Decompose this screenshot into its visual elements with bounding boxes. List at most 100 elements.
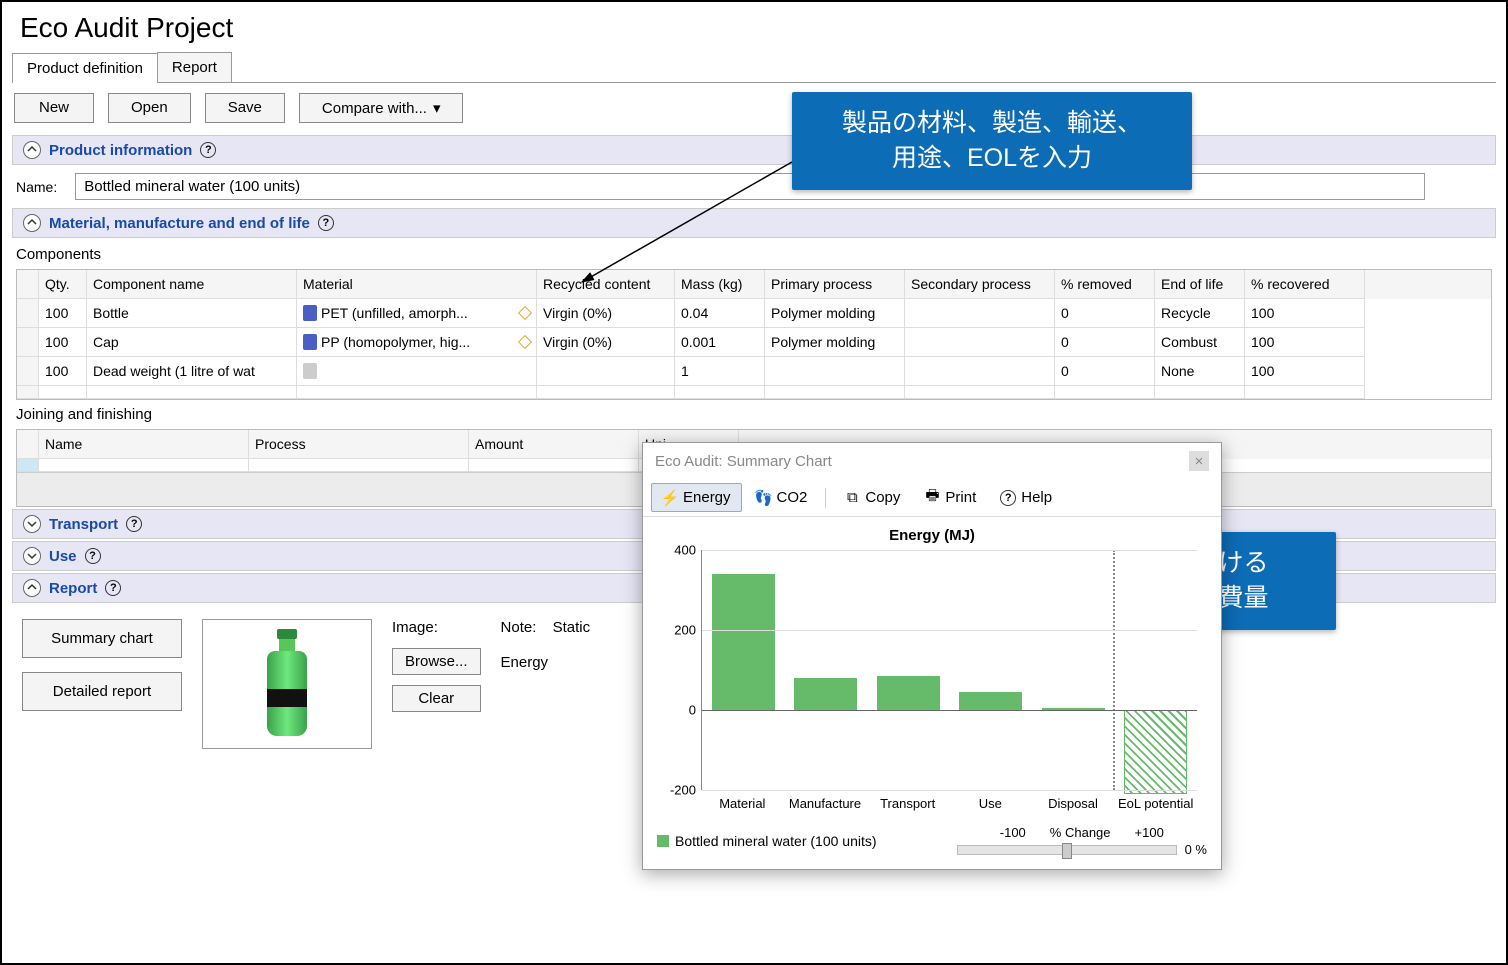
name-label: Name: <box>16 179 57 195</box>
joining-label: Joining and finishing <box>2 400 1506 429</box>
print-tool[interactable]: 🖶 Print <box>914 484 986 511</box>
section-material: Material, manufacture and end of life ? <box>12 208 1496 238</box>
co2-tool[interactable]: 👣 CO2 <box>746 484 818 511</box>
table-row[interactable]: 100Bottle PET (unfilled, amorph... Virgi… <box>17 299 1491 328</box>
chart-legend: Bottled mineral water (100 units) <box>657 833 877 849</box>
chart-area: Energy (MJ) -2000200400 MaterialManufact… <box>643 517 1221 817</box>
help-icon[interactable]: ? <box>200 142 216 158</box>
change-slider[interactable]: -100 % Change +100 0 % <box>957 825 1207 857</box>
summary-chart-button[interactable]: Summary chart <box>22 619 182 658</box>
x-axis-label: Transport <box>866 796 949 811</box>
image-label: Image: <box>392 619 481 636</box>
main-toolbar: New Open Save Compare with... ▾ <box>2 83 1506 133</box>
col-eol[interactable]: End of life <box>1155 270 1245 299</box>
expand-toggle[interactable] <box>23 515 41 533</box>
chart-bar <box>877 676 940 710</box>
lightning-icon: ⚡ <box>662 490 678 506</box>
help-icon: ? <box>1000 490 1016 506</box>
col-recycled[interactable]: Recycled content <box>537 270 675 299</box>
chart-bar <box>959 692 1022 710</box>
x-axis-label: EoL potential <box>1114 796 1197 811</box>
product-image-preview[interactable] <box>202 619 372 749</box>
diamond-icon <box>518 306 532 320</box>
col-mass[interactable]: Mass (kg) <box>675 270 765 299</box>
section-label: Report <box>49 580 97 597</box>
doc-icon <box>303 305 317 321</box>
section-product-information: Product information ? <box>12 135 1496 165</box>
bottle-icon <box>267 629 307 739</box>
new-button[interactable]: New <box>14 93 94 123</box>
copy-icon: ⧉ <box>844 490 860 506</box>
table-row[interactable]: 100Dead weight (1 litre of wat 1 0None10… <box>17 357 1491 386</box>
page-title: Eco Audit Project <box>2 2 1506 52</box>
x-axis-label: Disposal <box>1032 796 1115 811</box>
col-name[interactable]: Name <box>39 430 249 459</box>
tab-report[interactable]: Report <box>157 52 232 82</box>
slider-value: 0 % <box>1185 842 1207 857</box>
x-axis-label: Material <box>701 796 784 811</box>
compare-label: Compare with... <box>322 100 427 117</box>
chart-bar <box>1124 710 1187 794</box>
print-icon: 🖶 <box>924 490 940 506</box>
table-row-empty[interactable] <box>17 386 1491 399</box>
help-icon[interactable]: ? <box>126 516 142 532</box>
detailed-report-button[interactable]: Detailed report <box>22 672 182 711</box>
slider-thumb[interactable] <box>1062 843 1072 859</box>
col-amount[interactable]: Amount <box>469 430 639 459</box>
section-label: Product information <box>49 142 192 159</box>
energy-tool[interactable]: ⚡ Energy <box>651 483 742 512</box>
expand-toggle[interactable] <box>23 547 41 565</box>
compare-with-dropdown[interactable]: Compare with... ▾ <box>299 93 464 123</box>
col-name[interactable]: Component name <box>87 270 297 299</box>
tab-product-definition[interactable]: Product definition <box>12 53 158 83</box>
help-icon[interactable]: ? <box>318 215 334 231</box>
diamond-icon <box>518 335 532 349</box>
doc-icon <box>303 334 317 350</box>
browse-button[interactable]: Browse... <box>392 648 481 675</box>
col-removed[interactable]: % removed <box>1055 270 1155 299</box>
col-material[interactable]: Material <box>297 270 537 299</box>
save-button[interactable]: Save <box>205 93 285 123</box>
annotation-callout-1: 製品の材料、製造、輸送、 用途、EOLを入力 <box>792 92 1192 190</box>
section-label: Use <box>49 548 77 565</box>
table-row[interactable]: 100Cap PP (homopolymer, hig... Virgin (0… <box>17 328 1491 357</box>
collapse-toggle[interactable] <box>23 141 41 159</box>
grid-header: Qty. Component name Material Recycled co… <box>17 270 1491 299</box>
chart-bar <box>712 574 775 710</box>
legend-swatch-icon <box>657 835 669 847</box>
col-process[interactable]: Process <box>249 430 469 459</box>
help-icon[interactable]: ? <box>85 548 101 564</box>
help-icon[interactable]: ? <box>105 580 121 596</box>
section-label: Transport <box>49 516 118 533</box>
components-grid: Qty. Component name Material Recycled co… <box>16 269 1492 400</box>
collapse-toggle[interactable] <box>23 214 41 232</box>
section-label: Material, manufacture and end of life <box>49 215 310 232</box>
chart-window-title: Eco Audit: Summary Chart <box>655 453 832 470</box>
copy-tool[interactable]: ⧉ Copy <box>834 484 910 511</box>
name-input[interactable] <box>75 173 1425 200</box>
col-qty[interactable]: Qty. <box>39 270 87 299</box>
open-button[interactable]: Open <box>108 93 191 123</box>
legend-label: Bottled mineral water (100 units) <box>675 833 877 849</box>
x-axis-label: Use <box>949 796 1032 811</box>
x-axis-label: Manufacture <box>784 796 867 811</box>
close-icon[interactable]: × <box>1189 451 1209 471</box>
chart-toolbar: ⚡ Energy 👣 CO2 ⧉ Copy 🖶 Print ? Help <box>643 479 1221 517</box>
note-text2: Energy <box>501 654 591 671</box>
name-row: Name: <box>2 167 1506 206</box>
summary-chart-window: Eco Audit: Summary Chart × ⚡ Energy 👣 CO… <box>642 442 1222 870</box>
help-tool[interactable]: ? Help <box>990 484 1062 511</box>
components-label: Components <box>2 240 1506 269</box>
col-secondary[interactable]: Secondary process <box>905 270 1055 299</box>
tab-bar: Product definition Report <box>12 52 1496 83</box>
col-primary[interactable]: Primary process <box>765 270 905 299</box>
col-recovered[interactable]: % recovered <box>1245 270 1365 299</box>
slider-track[interactable] <box>957 845 1177 855</box>
doc-icon <box>303 363 317 379</box>
chart-bar <box>794 678 857 710</box>
clear-button[interactable]: Clear <box>392 685 481 712</box>
chart-plot: -2000200400 <box>701 550 1197 790</box>
chevron-down-icon: ▾ <box>433 99 441 117</box>
chart-title: Energy (MJ) <box>657 527 1207 544</box>
collapse-toggle[interactable] <box>23 579 41 597</box>
